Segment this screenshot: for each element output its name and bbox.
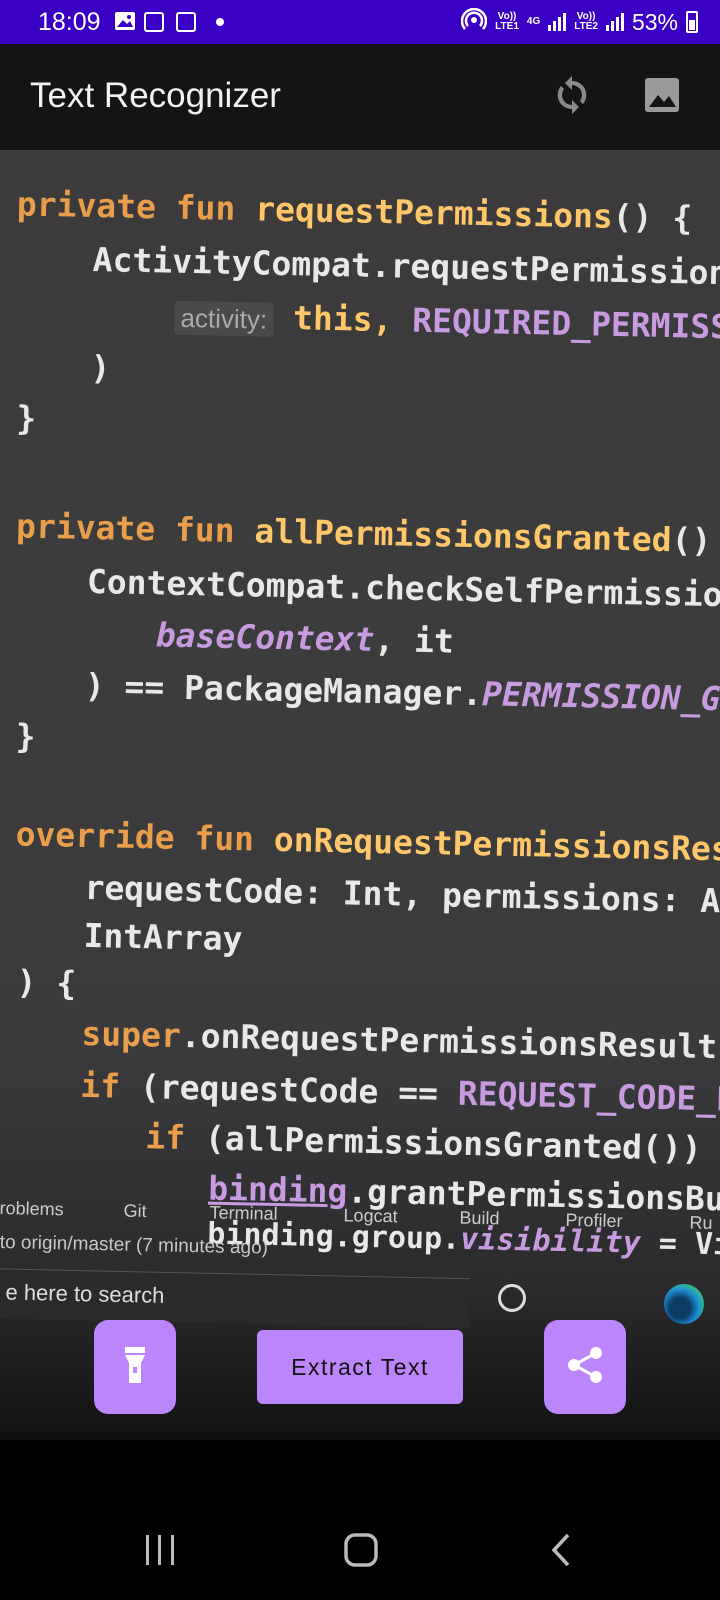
flashlight-icon — [123, 1346, 147, 1388]
extract-text-button[interactable]: Extract Text — [257, 1330, 463, 1404]
code-line: IntArray — [83, 915, 243, 959]
ide-tab: Build — [459, 1207, 500, 1229]
recent-apps-button[interactable] — [130, 1524, 190, 1580]
code-line: ) { — [16, 962, 77, 1003]
refresh-button[interactable] — [549, 74, 595, 120]
code-line: private fun allPermissionsGranted() = — [15, 506, 720, 560]
app-title: Text Recognizer — [30, 76, 281, 115]
taskbar-search: e here to search — [0, 1268, 470, 1329]
share-icon — [565, 1345, 605, 1390]
captured-code: private fun requestPermissions() { Activ… — [0, 150, 720, 1263]
signal-bars-icon — [605, 13, 624, 31]
code-line: requestCode: Int, permissions: Array — [84, 867, 720, 922]
home-button[interactable] — [331, 1524, 391, 1580]
app-notification-icon — [176, 12, 196, 32]
recent-apps-icon — [144, 1534, 176, 1570]
refresh-icon — [555, 75, 589, 119]
code-line: } — [15, 716, 37, 756]
sim1-label: Vo)) LTE1 — [495, 11, 519, 32]
share-button[interactable] — [544, 1320, 626, 1414]
code-line: super.onRequestPermissionsResult(requ — [81, 1013, 720, 1069]
sim2-label: Vo)) LTE2 — [574, 11, 598, 32]
code-line: } — [15, 398, 37, 438]
ide-status-text: to origin/master (7 minutes ago) — [0, 1232, 269, 1259]
app-notification-icon — [144, 12, 164, 32]
circle-icon — [498, 1284, 526, 1312]
battery-percent: 53% — [631, 8, 678, 35]
camera-preview[interactable]: private fun requestPermissions() { Activ… — [0, 150, 720, 1440]
ide-tab: Terminal — [209, 1202, 278, 1224]
edge-browser-icon — [664, 1284, 704, 1324]
code-line: ActivityCompat.requestPermissions — [92, 239, 720, 293]
image-notification-icon — [114, 11, 136, 36]
battery-icon — [686, 11, 698, 33]
ide-tab: Profiler — [565, 1209, 623, 1232]
system-nav-bar — [0, 1500, 720, 1600]
status-time: 18:09 — [38, 8, 101, 36]
code-line: if (allPermissionsGranted()) { — [144, 1117, 720, 1169]
status-bar: 18:09 Vo)) LTE1 4G Vo)) LTE2 53% — [0, 0, 720, 44]
more-notifications-dot — [216, 18, 224, 26]
hotspot-icon — [460, 7, 488, 37]
code-line: if (requestCode == REQUEST_CODE_PERMI — [80, 1065, 720, 1121]
network-type: 4G — [526, 16, 541, 27]
back-button[interactable] — [532, 1524, 592, 1580]
gallery-button[interactable] — [639, 74, 685, 120]
code-line: ) — [90, 347, 111, 388]
code-line: baseContext, it — [155, 615, 455, 661]
flashlight-button[interactable] — [94, 1320, 176, 1414]
gallery-icon — [644, 77, 680, 118]
ide-tab: Logcat — [343, 1205, 398, 1227]
code-line: ) == PackageManager.PERMISSION_GRAN — [84, 665, 720, 720]
home-icon — [343, 1532, 379, 1573]
ide-tab: Git — [123, 1200, 147, 1222]
code-line: override fun onRequestPermissionsResult — [15, 814, 720, 870]
back-icon — [550, 1533, 574, 1572]
ide-tab: roblems — [0, 1197, 64, 1220]
app-bar: Text Recognizer — [0, 44, 720, 150]
signal-bars-icon — [548, 13, 567, 31]
code-line: private fun requestPermissions() { — [16, 184, 693, 238]
code-line: ContextCompat.checkSelfPermission( — [86, 561, 720, 616]
code-line: activity: this, REQUIRED_PERMISS — [174, 296, 720, 346]
ide-tab: Ru — [689, 1212, 713, 1233]
